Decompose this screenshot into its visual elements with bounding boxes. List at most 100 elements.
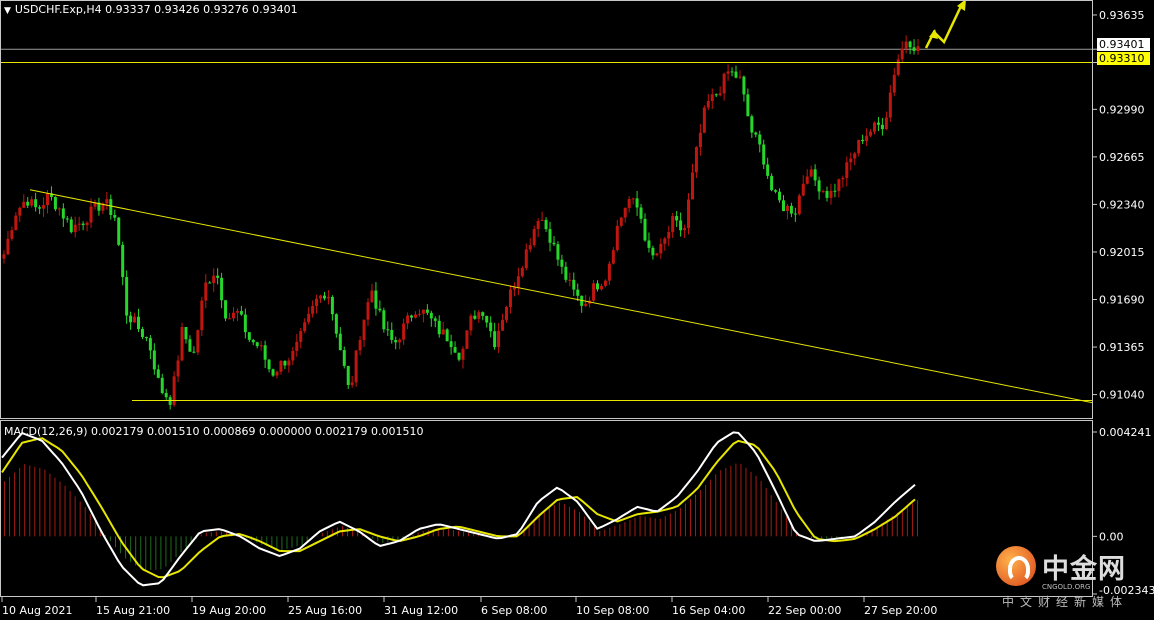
candle-body	[643, 218, 647, 241]
time-tick-label: 15 Aug 21:00	[96, 604, 170, 617]
candle-body	[117, 217, 121, 245]
candle-body	[42, 205, 46, 209]
symbol-info: USDCHF.Exp,H4 0.93337 0.93426 0.93276 0.…	[14, 3, 298, 16]
candle-body	[916, 46, 920, 51]
candle-body	[216, 275, 220, 278]
candle-body	[228, 318, 232, 320]
candle-body	[413, 314, 417, 318]
watermark-sub: CNGOLD.ORG	[1042, 583, 1091, 591]
candle-body	[212, 275, 216, 284]
time-tick-label: 10 Sep 08:00	[576, 604, 649, 617]
candle-body	[85, 222, 89, 226]
candle-body	[508, 289, 512, 307]
descending-trendline	[29, 189, 1093, 404]
candle-body	[251, 339, 255, 343]
candle-body	[370, 290, 374, 303]
candle-body	[774, 190, 778, 192]
candle-body	[30, 199, 34, 206]
candle-body	[659, 243, 663, 254]
candle-body	[330, 296, 334, 315]
candle-body	[148, 338, 152, 351]
candle-body	[611, 250, 615, 264]
candle-body	[255, 342, 259, 347]
candle-body	[770, 175, 774, 191]
candle-body	[184, 326, 188, 340]
candle-body	[857, 139, 861, 154]
candle-body	[133, 316, 137, 323]
candle-body	[350, 382, 354, 385]
candle-body	[690, 172, 694, 200]
candle-body	[441, 329, 445, 335]
triangle-down-icon[interactable]: ▼	[4, 6, 11, 16]
candle-body	[841, 177, 845, 180]
candle-body	[493, 331, 497, 348]
candle-body	[912, 47, 916, 51]
candle-body	[402, 323, 406, 340]
candle-body	[603, 280, 607, 286]
candle-body	[346, 365, 350, 385]
candle-body	[576, 289, 580, 296]
macd-layer	[1, 431, 918, 587]
candle-body	[307, 313, 311, 323]
candle-body	[220, 277, 224, 301]
candle-body	[766, 164, 770, 176]
candle-body	[425, 309, 429, 313]
candle-body	[334, 314, 338, 334]
candle-body	[279, 360, 283, 372]
candle-body	[382, 310, 386, 330]
candle-body	[109, 199, 113, 215]
candle-body	[516, 276, 520, 288]
candle-body	[825, 191, 829, 198]
candle-body	[512, 287, 516, 290]
candle-body	[520, 267, 524, 277]
candle-body	[73, 224, 77, 233]
candle-body	[869, 131, 873, 136]
candle-body	[354, 350, 358, 383]
price-tick-label: 0.91040	[1099, 389, 1145, 402]
candle-body	[57, 208, 61, 210]
candles-layer	[2, 35, 920, 410]
candle-body	[243, 314, 247, 333]
candle-body	[722, 73, 726, 94]
candle-body	[698, 132, 702, 148]
candle-body	[342, 350, 346, 366]
candle-body	[457, 352, 461, 360]
candle-body	[710, 94, 714, 101]
candle-body	[754, 132, 758, 135]
price-pane-frame	[0, 0, 1093, 419]
candle-body	[461, 348, 465, 360]
candle-body	[200, 300, 204, 331]
candle-body	[647, 240, 651, 248]
candle-body	[485, 315, 489, 323]
candle-body	[505, 306, 509, 320]
candle-body	[105, 199, 109, 204]
candle-body	[453, 347, 457, 353]
candle-body	[429, 312, 433, 319]
candle-body	[758, 134, 762, 145]
candle-body	[445, 329, 449, 342]
candle-body	[651, 247, 655, 256]
candle-body	[192, 351, 196, 353]
candle-body	[61, 208, 65, 219]
candle-body	[592, 283, 596, 301]
candle-body	[18, 207, 22, 216]
candle-body	[746, 94, 750, 117]
candle-body	[730, 71, 734, 73]
time-tick-label: 31 Aug 12:00	[384, 604, 458, 617]
candle-body	[378, 308, 382, 311]
candle-body	[683, 228, 687, 231]
candle-body	[275, 371, 279, 376]
candle-body	[655, 253, 659, 256]
candle-body	[263, 345, 267, 360]
candle-body	[599, 285, 603, 290]
projection-arrow	[924, 3, 964, 49]
candle-body	[168, 397, 172, 405]
candle-body	[34, 199, 38, 208]
candle-body	[801, 183, 805, 196]
candle-body	[671, 216, 675, 233]
candle-body	[176, 360, 180, 377]
macd-title: MACD(12,26,9) 0.002179 0.001510 0.000869…	[4, 425, 424, 438]
candle-body	[121, 244, 125, 278]
candle-body	[631, 198, 635, 200]
candle-body	[829, 190, 833, 198]
